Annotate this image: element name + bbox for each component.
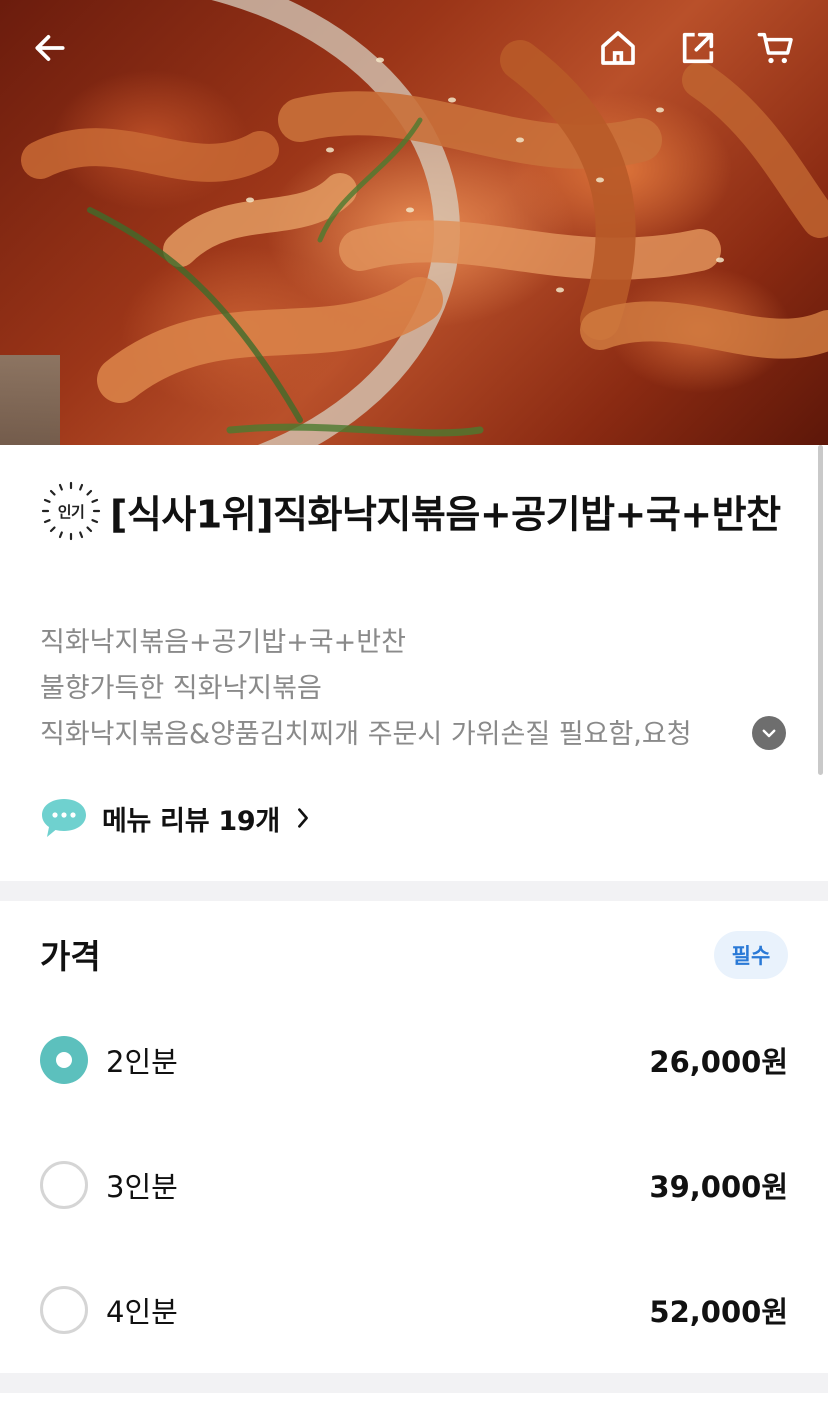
speech-bubble-icon bbox=[42, 799, 86, 837]
product-title: 인기 [식사1위]직화낙지볶음+공기밥+국+반찬 bbox=[40, 481, 788, 548]
share-icon bbox=[682, 32, 714, 64]
expand-description-button[interactable] bbox=[752, 716, 786, 750]
description-line: 직화낙지볶음+공기밥+국+반찬 bbox=[40, 627, 406, 658]
home-button[interactable] bbox=[598, 28, 638, 68]
scrollbar[interactable] bbox=[818, 445, 823, 775]
review-link-label: 메뉴 리뷰 19개 bbox=[102, 805, 280, 837]
option-price: 39,000원 bbox=[649, 1170, 788, 1204]
share-button[interactable] bbox=[678, 28, 718, 68]
cart-button[interactable] bbox=[756, 28, 796, 68]
radio-button[interactable] bbox=[40, 1161, 88, 1209]
price-option-4[interactable]: 4인분 52,000원 bbox=[40, 1280, 788, 1340]
svg-text:인기: 인기 bbox=[58, 503, 85, 521]
product-description: 직화낙지볶음+공기밥+국+반찬 불향가득한 직화낙지볶음 직화낙지볶음&양품김치… bbox=[40, 620, 785, 758]
section-divider bbox=[0, 881, 828, 901]
chevron-down-icon bbox=[762, 729, 776, 738]
product-title-text: [식사1위]직화낙지볶음+공기밥+국+반찬 bbox=[110, 492, 781, 537]
price-option-2[interactable]: 2인분 26,000원 bbox=[40, 1030, 788, 1090]
option-price: 52,000원 bbox=[649, 1295, 788, 1329]
table-corner bbox=[0, 355, 60, 445]
back-button[interactable] bbox=[30, 28, 70, 68]
popular-badge: 인기 bbox=[40, 480, 102, 542]
description-line: 불향가득한 직화낙지볶음 bbox=[40, 673, 322, 704]
chevron-right-icon bbox=[297, 808, 308, 828]
option-label: 3인분 bbox=[106, 1170, 178, 1204]
price-option-3[interactable]: 3인분 39,000원 bbox=[40, 1155, 788, 1215]
radio-button[interactable] bbox=[40, 1286, 88, 1334]
option-label: 2인분 bbox=[106, 1045, 178, 1079]
description-line: 직화낙지볶음&양품김치찌개 주문시 가위손질 필요함,요청 bbox=[40, 719, 692, 750]
option-price: 26,000원 bbox=[649, 1045, 788, 1079]
section-divider bbox=[0, 1373, 828, 1393]
product-title-row: 인기 [식사1위]직화낙지볶음+공기밥+국+반찬 bbox=[40, 481, 788, 548]
menu-review-link[interactable]: 메뉴 리뷰 19개 bbox=[40, 794, 312, 842]
price-section-title: 가격 bbox=[40, 937, 101, 976]
option-label: 4인분 bbox=[106, 1295, 178, 1329]
required-badge: 필수 bbox=[714, 931, 788, 979]
arrow-left-icon bbox=[35, 35, 65, 61]
radio-button-selected[interactable] bbox=[40, 1036, 88, 1084]
cart-icon bbox=[757, 32, 793, 64]
home-icon bbox=[601, 31, 635, 65]
